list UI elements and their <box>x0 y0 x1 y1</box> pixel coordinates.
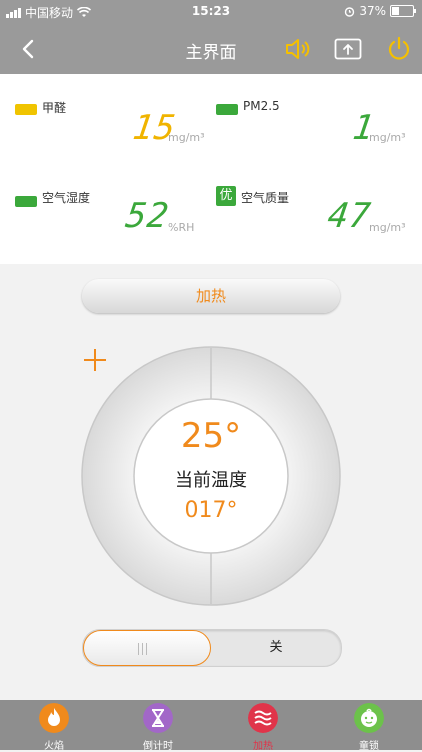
heat-mode-button[interactable]: 加热 <box>82 279 340 313</box>
hourglass-icon <box>143 703 173 733</box>
flame-icon <box>39 703 69 733</box>
power-toggle[interactable]: 关 <box>82 629 342 667</box>
nav-bar: 主界面 <box>0 24 422 74</box>
dial-center: 25° 当前温度 017° <box>135 400 287 552</box>
sensor-label: 空气湿度 <box>42 191 91 205</box>
sensor-label: 空气质量 <box>241 191 290 205</box>
quality-badge: 优 <box>216 186 236 206</box>
temperature-dial[interactable]: 25° 当前温度 017° <box>80 345 342 607</box>
status-tag <box>15 196 37 207</box>
upload-box-icon[interactable] <box>334 38 362 60</box>
tab-countdown[interactable]: 倒计时 <box>123 703 193 752</box>
sensor-unit: mg/m³ <box>369 131 406 144</box>
heat-waves-icon <box>248 703 278 733</box>
battery-icon <box>390 5 416 17</box>
toggle-knob[interactable] <box>83 630 211 666</box>
sensor-value: 52 <box>123 196 172 236</box>
sensor-unit: mg/m³ <box>168 131 205 144</box>
current-temperature-label: 当前温度 <box>175 470 247 491</box>
status-bar: 中国移动 15:23 37% <box>0 0 422 24</box>
current-temperature: 25° <box>180 416 242 456</box>
sensor-label: PM2.5 <box>243 99 280 113</box>
target-temperature: 017° <box>184 498 238 523</box>
sensor-label: 甲醛 <box>42 101 67 115</box>
status-tag <box>15 104 37 115</box>
tab-bar: 火焰 倒计时 加热 童锁 <box>0 700 422 752</box>
child-face-icon <box>354 703 384 733</box>
alarm-icon <box>345 6 355 17</box>
toggle-state-label: 关 <box>269 640 283 655</box>
grip-icon <box>138 643 147 655</box>
tab-heat[interactable]: 加热 <box>228 703 298 752</box>
sensor-value: 47 <box>325 196 374 236</box>
sensor-unit: mg/m³ <box>369 221 406 234</box>
sensor-panel: 甲醛 15 mg/m³ PM2.5 1 mg/m³ 空气湿度 52 %RH 优 … <box>0 74 422 264</box>
speaker-icon[interactable] <box>284 36 312 62</box>
sensor-unit: %RH <box>168 221 195 234</box>
status-tag <box>216 104 238 115</box>
power-icon[interactable] <box>386 36 412 62</box>
battery-percent: 37% <box>359 4 386 18</box>
plus-icon[interactable] <box>80 345 110 375</box>
tab-flame[interactable]: 火焰 <box>19 703 89 752</box>
tab-child-lock[interactable]: 童锁 <box>334 703 404 752</box>
